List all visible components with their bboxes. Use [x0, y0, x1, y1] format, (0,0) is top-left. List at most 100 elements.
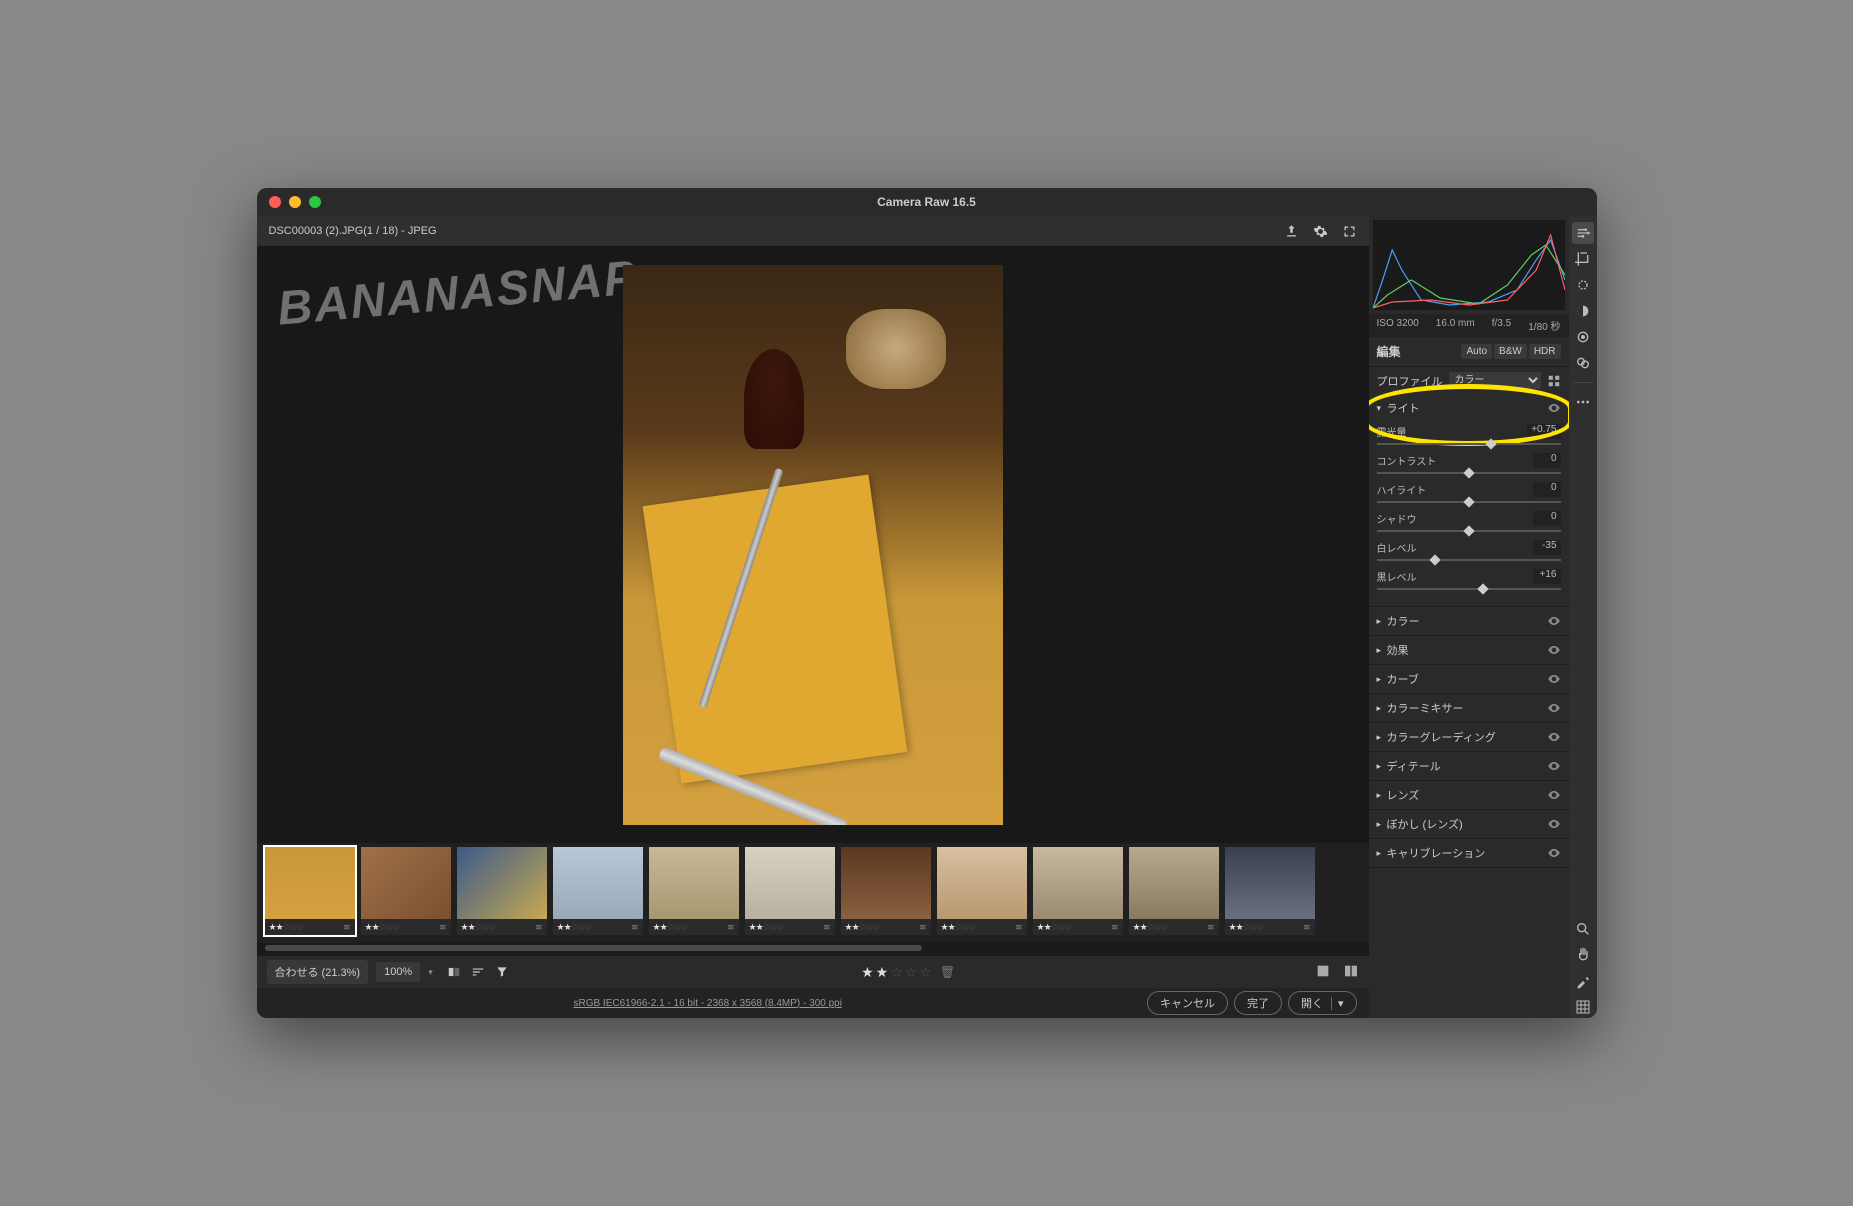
- slider-track[interactable]: [1377, 497, 1561, 507]
- slider-track[interactable]: [1377, 468, 1561, 478]
- fullscreen-icon[interactable]: [1342, 224, 1357, 239]
- section-light: ▾ ライト 露光量+0.75コントラスト0ハイライト0シャドウ0白レベル-35黒…: [1369, 394, 1569, 607]
- visibility-eye-icon[interactable]: [1547, 817, 1561, 831]
- single-view-icon[interactable]: [1315, 963, 1331, 979]
- section-grading-header[interactable]: ▸カラーグレーディング: [1369, 723, 1569, 751]
- slider-value[interactable]: +16: [1533, 569, 1561, 584]
- section-label: ぼかし (レンズ): [1387, 816, 1547, 832]
- slider-value[interactable]: 0: [1533, 511, 1561, 526]
- histogram[interactable]: [1373, 220, 1565, 310]
- zoom-tool-button[interactable]: [1572, 918, 1594, 940]
- image-canvas[interactable]: BANANASNAP: [257, 246, 1369, 843]
- exif-info: ISO 3200 16.0 mm f/3.5 1/80 秒: [1369, 314, 1569, 337]
- compare-icon[interactable]: [447, 965, 461, 979]
- filmstrip-thumb[interactable]: ★★☆☆☆≋: [841, 847, 931, 935]
- app-window: Camera Raw 16.5 DSC00003 (2).JPG(1 / 18)…: [257, 188, 1597, 1018]
- minimize-window-button[interactable]: [289, 196, 301, 208]
- profile-browse-icon[interactable]: [1547, 374, 1561, 388]
- split-view-icon[interactable]: [1343, 963, 1359, 979]
- sort-icon[interactable]: [471, 965, 485, 979]
- filter-icon[interactable]: [495, 965, 509, 979]
- visibility-eye-icon[interactable]: [1547, 701, 1561, 715]
- section-label: カーブ: [1387, 671, 1547, 687]
- exif-shutter: 1/80 秒: [1528, 318, 1560, 333]
- export-icon[interactable]: [1284, 224, 1299, 239]
- visibility-eye-icon[interactable]: [1547, 643, 1561, 657]
- heal-tool-button[interactable]: [1572, 274, 1594, 296]
- mask-tool-button[interactable]: [1572, 300, 1594, 322]
- crop-tool-button[interactable]: [1572, 248, 1594, 270]
- watermark-text: BANANASNAP: [275, 250, 640, 336]
- section-lens: ▸レンズ: [1369, 781, 1569, 810]
- slider-track[interactable]: [1377, 555, 1561, 565]
- hdr-button[interactable]: HDR: [1529, 344, 1561, 359]
- filmstrip-thumb[interactable]: ★★☆☆☆≋: [553, 847, 643, 935]
- edit-label: 編集: [1377, 343, 1401, 360]
- titlebar: Camera Raw 16.5: [257, 188, 1597, 216]
- filmstrip-thumb[interactable]: ★★☆☆☆≋: [745, 847, 835, 935]
- section-light-header[interactable]: ▾ ライト: [1369, 394, 1569, 422]
- auto-button[interactable]: Auto: [1461, 344, 1492, 359]
- visibility-eye-icon[interactable]: [1547, 401, 1561, 415]
- section-blur: ▸ぼかし (レンズ): [1369, 810, 1569, 839]
- slider-track[interactable]: [1377, 584, 1561, 594]
- visibility-eye-icon[interactable]: [1547, 846, 1561, 860]
- more-options-button[interactable]: [1572, 391, 1594, 413]
- visibility-eye-icon[interactable]: [1547, 672, 1561, 686]
- filmstrip-thumb[interactable]: ★★☆☆☆≋: [937, 847, 1027, 935]
- section-mixer-header[interactable]: ▸カラーミキサー: [1369, 694, 1569, 722]
- profile-select[interactable]: カラー: [1449, 372, 1541, 389]
- fit-zoom-button[interactable]: 合わせる (21.3%): [267, 960, 369, 984]
- status-bar: sRGB IEC61966-2.1 - 16 bit - 2368 x 3568…: [257, 988, 1369, 1018]
- done-button[interactable]: 完了: [1234, 991, 1282, 1015]
- grid-toggle-button[interactable]: [1572, 996, 1594, 1018]
- filmstrip-thumb[interactable]: ★★☆☆☆≋: [457, 847, 547, 935]
- filmstrip-thumb[interactable]: ★★☆☆☆≋: [1033, 847, 1123, 935]
- section-lens-header[interactable]: ▸レンズ: [1369, 781, 1569, 809]
- settings-gear-icon[interactable]: [1313, 224, 1328, 239]
- slider-value[interactable]: +0.75: [1527, 424, 1560, 439]
- section-color-header[interactable]: ▸カラー: [1369, 607, 1569, 635]
- clear-rating-icon[interactable]: 🗑: [940, 965, 955, 979]
- slider-track[interactable]: [1377, 439, 1561, 449]
- filmstrip-scrollbar[interactable]: [265, 943, 1361, 953]
- filmstrip-thumb[interactable]: ★★☆☆☆≋: [1129, 847, 1219, 935]
- presets-button[interactable]: [1572, 352, 1594, 374]
- filmstrip: ★★☆☆☆≋★★☆☆☆≋★★☆☆☆≋★★☆☆☆≋★★☆☆☆≋★★☆☆☆≋★★☆☆…: [257, 843, 1369, 943]
- slider-track[interactable]: [1377, 526, 1561, 536]
- visibility-eye-icon[interactable]: [1547, 788, 1561, 802]
- filmstrip-thumb[interactable]: ★★☆☆☆≋: [649, 847, 739, 935]
- close-window-button[interactable]: [269, 196, 281, 208]
- window-title: Camera Raw 16.5: [877, 195, 976, 209]
- hand-tool-button[interactable]: [1572, 944, 1594, 966]
- section-curve-header[interactable]: ▸カーブ: [1369, 665, 1569, 693]
- section-effects-header[interactable]: ▸効果: [1369, 636, 1569, 664]
- rating-control[interactable]: ★★☆☆☆🗑: [517, 964, 1300, 981]
- visibility-eye-icon[interactable]: [1547, 614, 1561, 628]
- slider-value[interactable]: -35: [1533, 540, 1561, 555]
- section-detail-header[interactable]: ▸ディテール: [1369, 752, 1569, 780]
- chevron-right-icon: ▸: [1377, 703, 1387, 714]
- filmstrip-thumb[interactable]: ★★☆☆☆≋: [361, 847, 451, 935]
- filmstrip-thumb[interactable]: ★★☆☆☆≋: [1225, 847, 1315, 935]
- bw-button[interactable]: B&W: [1494, 344, 1527, 359]
- zoom-100-button[interactable]: 100%: [376, 962, 420, 982]
- visibility-eye-icon[interactable]: [1547, 759, 1561, 773]
- cancel-button[interactable]: キャンセル: [1147, 991, 1228, 1015]
- image-spec-link[interactable]: sRGB IEC61966-2.1 - 16 bit - 2368 x 3568…: [269, 998, 1147, 1009]
- visibility-eye-icon[interactable]: [1547, 730, 1561, 744]
- section-label: カラーミキサー: [1387, 700, 1547, 716]
- section-calib-header[interactable]: ▸キャリブレーション: [1369, 839, 1569, 867]
- slider-value[interactable]: 0: [1533, 482, 1561, 497]
- redeye-tool-button[interactable]: [1572, 326, 1594, 348]
- open-button[interactable]: 開く▾: [1288, 991, 1357, 1015]
- filmstrip-thumb[interactable]: ★★☆☆☆≋: [265, 847, 355, 935]
- edit-tool-button[interactable]: [1572, 222, 1594, 244]
- sampler-tool-button[interactable]: [1572, 970, 1594, 992]
- chevron-right-icon: ▸: [1377, 645, 1387, 656]
- section-blur-header[interactable]: ▸ぼかし (レンズ): [1369, 810, 1569, 838]
- section-label: カラー: [1387, 613, 1547, 629]
- zoom-window-button[interactable]: [309, 196, 321, 208]
- section-color: ▸カラー: [1369, 607, 1569, 636]
- slider-value[interactable]: 0: [1533, 453, 1561, 468]
